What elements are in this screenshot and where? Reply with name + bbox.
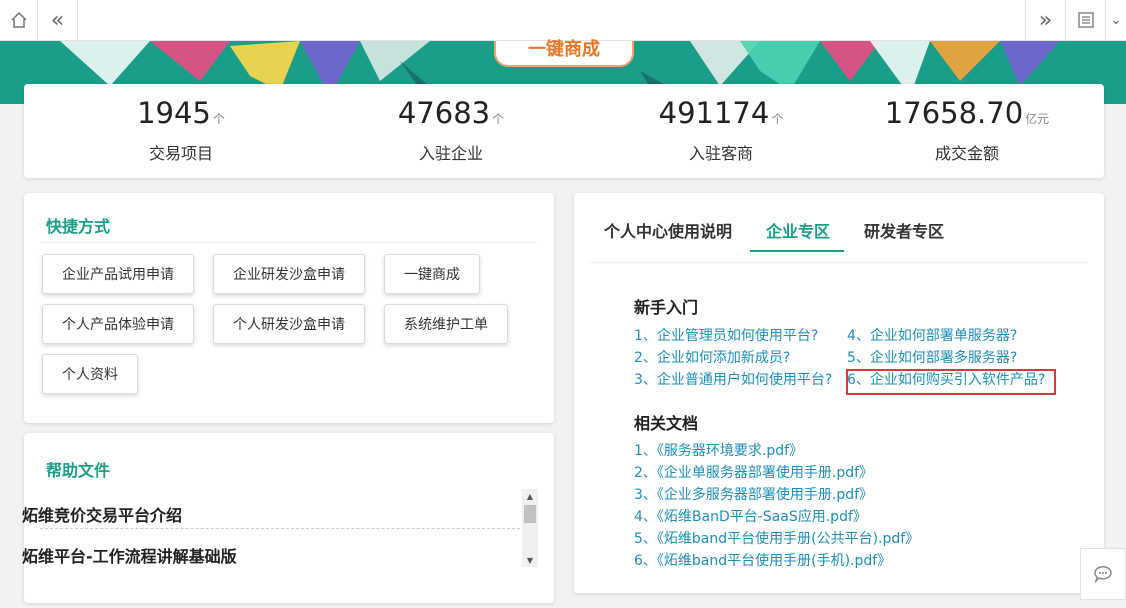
divider bbox=[40, 242, 538, 243]
stat-label: 成交金额 bbox=[934, 144, 999, 163]
stat-label: 入驻企业 bbox=[418, 144, 483, 163]
stat-value: 491174 bbox=[658, 96, 770, 130]
one-click-trade-button[interactable]: 一键商成 bbox=[384, 254, 480, 294]
stat-value: 17658.70 bbox=[884, 96, 1024, 130]
stat-unit: 个 bbox=[212, 112, 225, 126]
tab-enterprise[interactable]: 企业专区 bbox=[766, 218, 830, 242]
stat-label: 交易项目 bbox=[148, 144, 213, 163]
stat-unit: 个 bbox=[492, 112, 505, 126]
help-title: 帮助文件 bbox=[46, 461, 111, 480]
double-chevron-left-icon[interactable]: « bbox=[38, 0, 78, 40]
help-item[interactable]: 炻维竞价交易平台介绍 bbox=[22, 502, 498, 526]
chat-icon[interactable] bbox=[1080, 548, 1126, 600]
stat-label: 入驻客商 bbox=[688, 144, 753, 163]
scroll-up-icon[interactable]: ▲ bbox=[522, 489, 538, 503]
personal-sandbox-button[interactable]: 个人研发沙盒申请 bbox=[213, 304, 365, 344]
highlight-box bbox=[846, 369, 1056, 395]
stat-merchants: 491174 个 入驻客商 bbox=[586, 84, 856, 178]
personal-experience-button[interactable]: 个人产品体验申请 bbox=[42, 304, 194, 344]
stat-trade-projects: 1945 个 交易项目 bbox=[46, 84, 316, 178]
doc-link[interactable]: 1、《服务器环境要求.pdf》 bbox=[634, 440, 803, 460]
doc-link[interactable]: 6、《炻维band平台使用手册(手机).pdf》 bbox=[634, 550, 891, 570]
divider bbox=[40, 528, 520, 529]
doc-link[interactable]: 2、《企业单服务器部署使用手册.pdf》 bbox=[634, 462, 873, 482]
scroll-down-icon[interactable]: ▼ bbox=[522, 553, 538, 567]
stat-enterprises: 47683 个 入驻企业 bbox=[316, 84, 586, 178]
getting-started-title: 新手入门 bbox=[634, 298, 699, 317]
stats-card: 1945 个 交易项目 47683 个 入驻企业 491174 个 入驻客商 1765… bbox=[24, 84, 1104, 178]
double-chevron-right-icon[interactable]: » bbox=[1025, 0, 1065, 40]
guide-link[interactable]: 3、企业普通用户如何使用平台? bbox=[634, 369, 832, 389]
one-click-trade-banner-button[interactable]: 一键商成 bbox=[494, 39, 634, 67]
guide-link[interactable]: 1、企业管理员如何使用平台? bbox=[634, 325, 818, 345]
maintenance-ticket-button[interactable]: 系统维护工单 bbox=[384, 304, 508, 344]
chevron-down-icon[interactable]: ⌄ bbox=[1105, 0, 1126, 40]
tab-developer[interactable]: 研发者专区 bbox=[864, 218, 944, 242]
divider bbox=[590, 262, 1088, 263]
help-item[interactable]: 炻维平台-工作流程讲解基础版 bbox=[22, 543, 498, 567]
tab-personal-center[interactable]: 个人中心使用说明 bbox=[604, 218, 732, 242]
stat-value: 1945 bbox=[137, 96, 211, 130]
doc-link[interactable]: 5、《炻维band平台使用手册(公共平台).pdf》 bbox=[634, 528, 919, 548]
guide-link[interactable]: 4、企业如何部署单服务器? bbox=[847, 325, 1017, 345]
guide-link[interactable]: 5、企业如何部署多服务器? bbox=[847, 347, 1017, 367]
doc-link[interactable]: 3、《企业多服务器部署使用手册.pdf》 bbox=[634, 484, 873, 504]
stat-unit: 亿元 bbox=[1025, 112, 1050, 126]
active-tab-indicator bbox=[750, 250, 844, 252]
help-scrollbar[interactable]: ▲ ▼ bbox=[522, 489, 538, 567]
stat-value: 47683 bbox=[397, 96, 491, 130]
stat-transaction-amount: 17658.70 亿元 成交金额 bbox=[832, 84, 1102, 178]
guide-link[interactable]: 2、企业如何添加新成员? bbox=[634, 347, 790, 367]
enterprise-sandbox-button[interactable]: 企业研发沙盒申请 bbox=[213, 254, 365, 294]
document-list-icon[interactable] bbox=[1065, 0, 1105, 40]
scroll-thumb[interactable] bbox=[524, 505, 536, 523]
related-docs-title: 相关文档 bbox=[634, 414, 699, 433]
personal-info-button[interactable]: 个人资料 bbox=[42, 354, 138, 394]
doc-link[interactable]: 4、《炻维BanD平台-SaaS应用.pdf》 bbox=[634, 506, 867, 526]
enterprise-trial-button[interactable]: 企业产品试用申请 bbox=[42, 254, 194, 294]
stat-unit: 个 bbox=[771, 112, 784, 126]
home-icon[interactable] bbox=[0, 0, 38, 40]
shortcuts-title: 快捷方式 bbox=[46, 217, 111, 236]
